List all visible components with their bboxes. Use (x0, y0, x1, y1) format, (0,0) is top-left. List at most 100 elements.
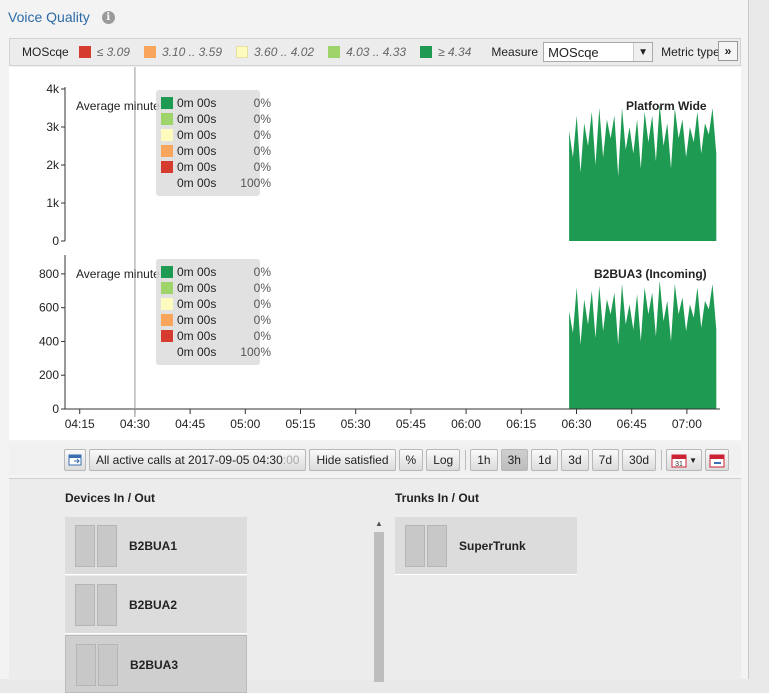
legend-item-label: 4.03 .. 4.33 (346, 45, 407, 59)
tooltip-time: 0m 00s (177, 112, 217, 126)
device-icon (76, 644, 118, 686)
calls-label-suffix: :00 (282, 453, 300, 467)
y-tick-label: 2k (46, 158, 60, 172)
legend-item-label: 3.60 .. 4.02 (254, 45, 315, 59)
x-tick-label: 07:00 (672, 417, 702, 431)
tooltip-time: 0m 00s (177, 144, 217, 158)
x-tick-label: 04:15 (65, 417, 95, 431)
tooltip-pct: 0% (253, 96, 271, 110)
tooltip-row: 0m 00s 0% (161, 127, 271, 143)
legend-swatch (328, 46, 341, 58)
calendar-range-icon (709, 454, 725, 467)
y-tick-label: 600 (39, 301, 59, 315)
range-button-3h[interactable]: 3h (500, 449, 528, 471)
series-area (569, 104, 717, 241)
tooltip-swatch (161, 113, 173, 125)
tooltip-row: 0m 00s 0% (161, 143, 271, 159)
tooltip-time: 0m 00s (177, 265, 217, 279)
chevron-down-icon: ▼ (689, 455, 697, 465)
legend-items: ≤ 3.09 3.10 .. 3.59 3.60 .. 4.02 4.03 .. 4.… (78, 45, 486, 59)
legend-item: 3.10 .. 3.59 (143, 45, 223, 59)
legend-bar: MOScqe ≤ 3.09 3.10 .. 3.59 3.60 .. 4.02 4.0… (9, 38, 741, 66)
measure-select[interactable]: MOScqe ▼ (543, 42, 654, 62)
y-tick-label: 4k (46, 82, 60, 96)
series-area (569, 280, 717, 409)
x-tick-label: 06:00 (451, 417, 481, 431)
tooltip-row: 0m 00s 100% (161, 175, 271, 191)
y-tick-label: 3k (46, 120, 60, 134)
all-active-calls-button[interactable]: All active calls at 2017-09-05 04:30:00 (89, 449, 307, 471)
voice-quality-panel: Voice Quality i MOScqe ≤ 3.09 3.10 .. 3.5… (0, 0, 749, 693)
y-tick-label: 0 (52, 402, 59, 416)
tooltip-time: 0m 00s (177, 128, 217, 142)
legend-item: 4.03 .. 4.33 (328, 45, 406, 59)
scroll-up-icon[interactable]: ▲ (373, 519, 385, 529)
tooltip-time: 0m 00s (177, 297, 217, 311)
tooltip-time: 0m 00s (177, 176, 217, 190)
panel-title-text: Voice Quality (8, 9, 90, 25)
device-card-b2bua1[interactable]: B2BUA1 (65, 517, 247, 575)
tooltip-pct: 0% (253, 281, 271, 295)
tooltip-swatch (161, 330, 173, 342)
tooltip-pct: 0% (253, 265, 271, 279)
device-card-b2bua2[interactable]: B2BUA2 (65, 576, 247, 634)
toolbar-divider (465, 450, 467, 470)
tooltip-pct: 0% (253, 112, 271, 126)
tooltip-popup-platform: 0m 00s 0% 0m 00s 0% 0m 00s 0% 0m 00s 0% 0m 00s 0%… (156, 90, 271, 196)
device-card-b2bua3[interactable]: B2BUA3 (65, 635, 247, 693)
y-tick-label: 400 (39, 334, 59, 348)
trunk-name: SuperTrunk (459, 539, 526, 553)
tooltip-popup-b2bua3: 0m 00s 0% 0m 00s 0% 0m 00s 0% 0m 00s 0% 0m 00s 0%… (156, 259, 271, 365)
tooltip-time: 0m 00s (177, 345, 217, 359)
device-name: B2BUA1 (129, 539, 178, 553)
range-button-1h[interactable]: 1h (470, 449, 498, 471)
legend-item-label: 3.10 .. 3.59 (161, 45, 223, 59)
legend-item-label: ≤ 3.09 (96, 45, 130, 59)
y-tick-label: 800 (39, 267, 59, 281)
tooltip-time: 0m 00s (177, 160, 217, 174)
calendar-day: 31 (675, 461, 683, 468)
tooltip-pct: 0% (253, 128, 271, 142)
legend-item: ≤ 3.09 (78, 45, 130, 59)
tooltip-pct: 0% (253, 329, 271, 343)
log-button[interactable]: Log (426, 449, 461, 471)
range-buttons: 1h 3h 1d 3d 7d 30d (470, 449, 659, 471)
tooltip-swatch (161, 129, 173, 141)
scrollbar-thumb[interactable] (374, 532, 384, 682)
trunk-card-supertrunk[interactable]: SuperTrunk (395, 517, 577, 575)
legend-item: ≥ 4.34 (420, 45, 471, 59)
hide-satisfied-button[interactable]: Hide satisfied (309, 449, 396, 471)
y-tick-label: 1k (46, 196, 60, 210)
tooltip-pct: 0% (253, 297, 271, 311)
percent-button[interactable]: % (398, 449, 424, 471)
legend-item: 3.60 .. 4.02 (236, 45, 314, 59)
chart-toolbar: All active calls at 2017-09-05 04:30:00 … (9, 445, 741, 475)
tooltip-time: 0m 00s (177, 281, 217, 295)
tooltip-time: 0m 00s (177, 329, 217, 343)
devices-panel: Devices In / Out Trunks In / Out B2BUA1 B… (9, 478, 741, 693)
range-button-1d[interactable]: 1d (530, 449, 559, 471)
calendar-range-button[interactable] (705, 449, 730, 471)
trunk-icon (405, 525, 447, 567)
tooltip-swatch (161, 266, 173, 278)
range-button-30d[interactable]: 30d (622, 449, 657, 471)
tooltip-row: 0m 00s 0% (161, 95, 271, 111)
chevron-down-icon[interactable]: ▼ (633, 43, 653, 61)
export-icon[interactable] (64, 449, 86, 471)
trunks-title: Trunks In / Out (395, 491, 480, 505)
tooltip-row: 0m 00s 0% (161, 111, 271, 127)
chart-area: 4k 3k 2k 1k 0 800 600 400 200 0 04:15 04:30 04:45 05:… (9, 67, 741, 440)
tooltip-time: 0m 00s (177, 96, 217, 110)
info-icon[interactable]: i (101, 10, 115, 24)
metric-type-label: Metric type (661, 45, 720, 59)
device-icon (75, 584, 117, 626)
device-scrollbar[interactable]: ▲ (373, 519, 385, 682)
chart2-annotation: Average minute (76, 267, 160, 281)
range-button-3d[interactable]: 3d (561, 449, 589, 471)
calendar-dropdown-button[interactable]: 31 ▼ (666, 449, 703, 471)
range-button-7d[interactable]: 7d (591, 449, 620, 471)
legend-swatch (420, 46, 433, 58)
tooltip-swatch (161, 298, 173, 310)
expand-toolbar-button[interactable]: » (718, 41, 738, 61)
legend-item-label: ≥ 4.34 (438, 45, 472, 59)
